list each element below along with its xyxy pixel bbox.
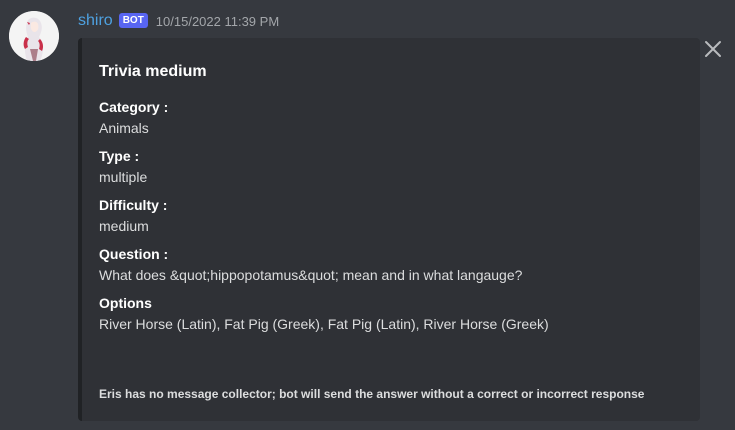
field-name: Category : xyxy=(99,99,169,115)
field-value: What does &quot;hippopotamus&quot; mean … xyxy=(99,267,523,283)
embed-field-category: Category : Animals xyxy=(99,98,684,140)
embed-field-options: Options River Horse (Latin), Fat Pig (Gr… xyxy=(99,294,684,336)
close-icon[interactable] xyxy=(704,40,722,58)
message: shiro BOT 10/15/2022 11:39 PM Trivia med… xyxy=(0,0,735,430)
avatar[interactable] xyxy=(9,11,59,61)
embed-title: Trivia medium xyxy=(99,63,207,80)
embed-field-question: Question : What does &quot;hippopotamus&… xyxy=(99,245,684,287)
embed-field-difficulty: Difficulty : medium xyxy=(99,196,684,238)
field-name: Difficulty : xyxy=(99,197,168,213)
field-value: Animals xyxy=(99,120,149,136)
bot-badge: BOT xyxy=(118,12,148,28)
embed-footer: Eris has no message collector; bot will … xyxy=(99,387,645,401)
field-value: medium xyxy=(99,218,149,234)
field-name: Type : xyxy=(99,148,140,164)
field-value: River Horse (Latin), Fat Pig (Greek), Fa… xyxy=(99,316,549,332)
timestamp: 10/15/2022 11:39 PM xyxy=(155,13,280,29)
field-name: Options xyxy=(99,295,152,311)
message-header: shiro BOT 10/15/2022 11:39 PM xyxy=(78,10,279,32)
field-name: Question : xyxy=(99,246,169,262)
embed: Trivia medium Category : Animals Type : … xyxy=(78,38,700,421)
field-value: multiple xyxy=(99,169,148,185)
embed-field-type: Type : multiple xyxy=(99,147,684,189)
username[interactable]: shiro xyxy=(78,12,113,30)
